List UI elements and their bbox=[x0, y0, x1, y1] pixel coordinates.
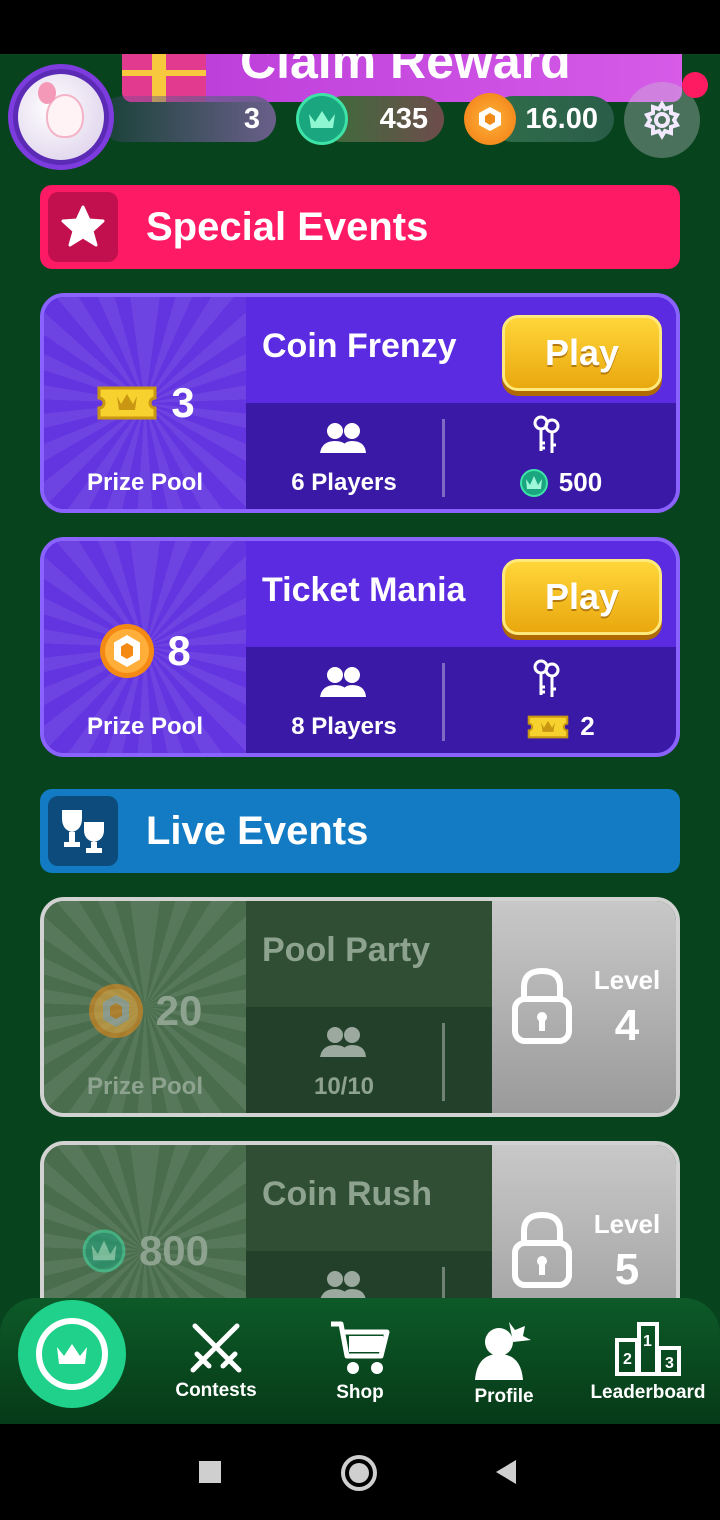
crown-coin-icon bbox=[519, 468, 548, 497]
prize-panel: 20 Prize Pool bbox=[44, 901, 246, 1113]
players-icon bbox=[320, 667, 366, 697]
level-value: 3 bbox=[243, 102, 260, 135]
ticket-icon bbox=[527, 715, 569, 738]
gear-icon bbox=[644, 100, 680, 140]
banner-title: Claim Reward bbox=[240, 54, 571, 89]
crown-balance: 435 bbox=[379, 102, 428, 135]
players-count: 6 Players bbox=[291, 469, 397, 496]
nav-profile-label: Profile bbox=[474, 1386, 534, 1407]
bottom-navigation: Contests Shop Profile 213 Leaderboard bbox=[0, 1298, 720, 1424]
entry-fee: 2 bbox=[580, 711, 595, 741]
play-button[interactable]: Play bbox=[502, 315, 662, 391]
required-level: 5 bbox=[614, 1245, 640, 1294]
coin-icon bbox=[464, 93, 516, 145]
players-count: 10/10 bbox=[313, 1073, 375, 1100]
svg-text:2: 2 bbox=[623, 1351, 632, 1368]
circle-icon bbox=[341, 1455, 377, 1491]
status-bar bbox=[0, 0, 720, 54]
play-button[interactable]: Play bbox=[502, 559, 662, 635]
nav-contests[interactable]: Contests bbox=[146, 1320, 286, 1420]
recent-apps-button[interactable] bbox=[198, 1460, 222, 1489]
svg-text:1: 1 bbox=[643, 1333, 652, 1350]
star-icon bbox=[48, 192, 118, 262]
prize-label: Prize Pool bbox=[86, 469, 204, 496]
crown-coin-icon bbox=[296, 93, 348, 145]
nav-shop-label: Shop bbox=[336, 1382, 384, 1403]
system-navigation-bar bbox=[0, 1424, 720, 1520]
home-button[interactable] bbox=[18, 1300, 126, 1408]
avatar[interactable] bbox=[8, 64, 114, 170]
nav-shop[interactable]: Shop bbox=[290, 1320, 430, 1420]
event-title: Ticket Mania bbox=[262, 571, 466, 609]
nav-profile[interactable]: Profile bbox=[434, 1320, 574, 1420]
notification-dot bbox=[682, 72, 708, 98]
keys-icon bbox=[533, 415, 560, 453]
crown-icon bbox=[57, 1344, 87, 1364]
trophy-icon bbox=[48, 796, 118, 866]
event-title: Coin Rush bbox=[262, 1175, 432, 1213]
podium-icon: 213 bbox=[615, 1322, 681, 1376]
event-title: Coin Frenzy bbox=[262, 327, 457, 365]
players-icon bbox=[320, 423, 366, 453]
players-icon bbox=[320, 1027, 366, 1057]
event-card-pool-party[interactable]: 20 Prize Pool Pool Party 10/10 Level 4 bbox=[40, 897, 680, 1117]
ticket-icon bbox=[97, 386, 157, 420]
level-pill: 3 bbox=[100, 96, 276, 142]
entry-fee: 500 bbox=[558, 467, 603, 497]
prize-panel: 3 Prize Pool bbox=[44, 297, 246, 509]
shopping-cart-icon bbox=[331, 1321, 390, 1374]
locked-overlay: Level 4 bbox=[492, 901, 676, 1113]
prize-label: Prize Pool bbox=[86, 1073, 204, 1100]
nav-leaderboard[interactable]: 213 Leaderboard bbox=[578, 1320, 718, 1420]
keys-icon bbox=[533, 659, 560, 697]
event-card-coin-frenzy[interactable]: 3 Prize Pool Coin Frenzy Play 6 Players … bbox=[40, 293, 680, 513]
claim-reward-banner[interactable]: Claim Reward bbox=[122, 54, 682, 102]
prize-label: Prize Pool bbox=[86, 713, 204, 740]
lock-icon bbox=[512, 967, 572, 1044]
svg-text:3: 3 bbox=[665, 1355, 674, 1372]
event-title: Pool Party bbox=[262, 931, 431, 969]
prize-panel: 8 Prize Pool bbox=[44, 541, 246, 753]
players-count: 8 Players bbox=[291, 713, 397, 740]
lock-icon bbox=[512, 1211, 572, 1288]
prize-value: 3 bbox=[171, 379, 195, 426]
coin-icon bbox=[100, 624, 155, 678]
app-screen: Claim Reward 3 435 16.00 Special Events bbox=[0, 54, 720, 1424]
crossed-swords-icon bbox=[190, 1323, 242, 1373]
unicorn-avatar-icon bbox=[18, 74, 104, 160]
square-icon bbox=[199, 1461, 221, 1483]
coin-icon bbox=[88, 984, 143, 1038]
nav-leaderboard-label: Leaderboard bbox=[590, 1382, 706, 1403]
required-level: 4 bbox=[614, 1001, 640, 1050]
nav-contests-label: Contests bbox=[175, 1380, 257, 1401]
level-label: Level bbox=[593, 965, 661, 995]
crown-coin-icon bbox=[82, 1229, 126, 1273]
event-card-ticket-mania[interactable]: 8 Prize Pool Ticket Mania Play 8 Players… bbox=[40, 537, 680, 757]
profile-icon bbox=[475, 1322, 531, 1380]
back-button[interactable] bbox=[494, 1458, 518, 1491]
special-events-header: Special Events bbox=[40, 185, 680, 269]
back-triangle-icon bbox=[496, 1460, 516, 1484]
coin-balance: 16.00 bbox=[525, 102, 598, 135]
home-system-button[interactable] bbox=[340, 1454, 378, 1497]
level-label: Level bbox=[593, 1209, 661, 1239]
live-events-title: Live Events bbox=[146, 808, 369, 853]
special-events-title: Special Events bbox=[146, 204, 429, 249]
prize-value: 800 bbox=[138, 1227, 210, 1274]
live-events-header: Live Events bbox=[40, 789, 680, 873]
prize-value: 20 bbox=[155, 987, 203, 1034]
gift-icon bbox=[122, 54, 206, 102]
prize-value: 8 bbox=[167, 627, 191, 674]
